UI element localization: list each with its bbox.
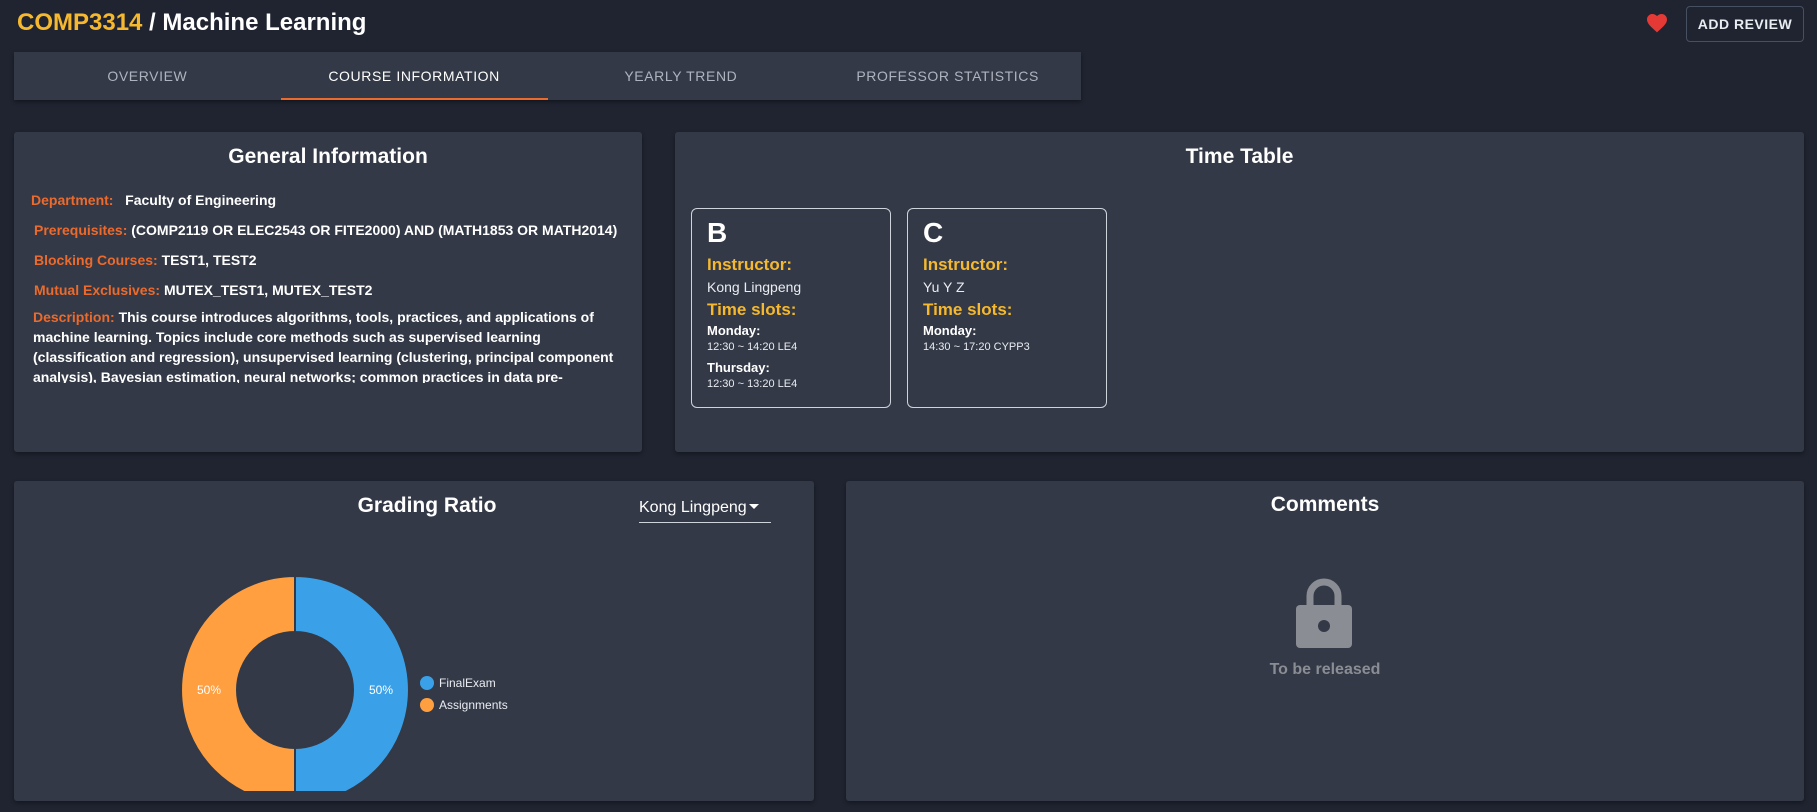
caret-down-icon — [749, 504, 759, 509]
prerequisites-label: Prerequisites: — [34, 222, 128, 238]
tab-overview[interactable]: OVERVIEW — [14, 52, 281, 100]
legend-swatch-assignments — [420, 698, 434, 712]
legend-swatch-finalexam — [420, 676, 434, 690]
time-table-card: Time Table B Instructor: Kong Lingpeng T… — [675, 132, 1804, 452]
department-label: Department: — [31, 192, 114, 208]
slot-day: Monday: — [707, 323, 761, 338]
blocking-courses-label: Blocking Courses: — [34, 252, 158, 268]
description-label: Description: — [33, 309, 115, 325]
time-table-title: Time Table — [1185, 145, 1294, 168]
general-information-title: General Information — [228, 145, 428, 168]
grading-ratio-chart: 50% 50% FinalExam Assignments — [180, 574, 508, 791]
blocking-courses-row: Blocking Courses: TEST1, TEST2 — [34, 250, 641, 270]
course-code: COMP3314 — [17, 9, 143, 36]
description-value: This course introduces algorithms, tools… — [33, 309, 614, 383]
add-review-button[interactable]: ADD REVIEW — [1686, 6, 1804, 42]
tab-yearly-trend[interactable]: YEARLY TREND — [548, 52, 815, 100]
section-name: C — [923, 217, 944, 248]
tab-professor-statistics[interactable]: PROFESSOR STATISTICS — [814, 52, 1081, 100]
lock-icon — [1296, 578, 1352, 648]
course-name: Machine Learning — [162, 9, 367, 36]
legend-label-assignments: Assignments — [439, 698, 508, 712]
tab-bar: OVERVIEW COURSE INFORMATION YEARLY TREND… — [14, 52, 1081, 100]
blocking-courses-value: TEST1, TEST2 — [161, 252, 257, 268]
instructor-name: Yu Y Z — [923, 279, 965, 295]
time-slots-heading: Time slots: — [707, 300, 797, 319]
slot-day: Thursday: — [707, 360, 770, 375]
slot-time: 14:30 ~ 17:20 CYPP3 — [923, 341, 1030, 353]
grading-ratio-card: Grading Ratio Kong Lingpeng 50% 50% FinalE… — [14, 481, 814, 801]
slice-value-label: 50% — [369, 683, 393, 697]
legend-label-finalexam: FinalExam — [439, 676, 496, 690]
instructor-select[interactable]: Kong Lingpeng — [639, 493, 771, 523]
grading-ratio-title: Grading Ratio — [357, 494, 497, 517]
slice-value-label: 50% — [197, 683, 221, 697]
section-card-b: B Instructor: Kong Lingpeng Time slots: … — [691, 208, 891, 408]
mutual-exclusives-value: MUTEX_TEST1, MUTEX_TEST2 — [163, 282, 373, 298]
time-slots-heading: Time slots: — [923, 300, 1013, 319]
instructor-name: Kong Lingpeng — [707, 279, 802, 295]
instructor-heading: Instructor: — [707, 255, 792, 274]
comments-status: To be released — [1269, 661, 1381, 678]
department-value: Faculty of Engineering — [125, 192, 277, 208]
prerequisites-value: (COMP2119 OR ELEC2543 OR FITE2000) AND (… — [131, 222, 618, 238]
prerequisites-row: Prerequisites: (COMP2119 OR ELEC2543 OR … — [34, 220, 641, 240]
heart-icon[interactable] — [1645, 11, 1669, 35]
mutual-exclusives-row: Mutual Exclusives: MUTEX_TEST1, MUTEX_TE… — [34, 280, 641, 300]
description-row: Description: This course introduces algo… — [33, 307, 633, 383]
comments-card: Comments To be released — [846, 481, 1804, 801]
page-title: COMP3314 / Machine Learning — [17, 9, 366, 37]
section-name: B — [707, 217, 728, 248]
instructor-select-value: Kong Lingpeng — [639, 498, 747, 516]
comments-title: Comments — [1270, 493, 1380, 516]
tab-course-information[interactable]: COURSE INFORMATION — [280, 52, 548, 100]
slot-time: 12:30 ~ 13:20 LE4 — [707, 378, 798, 390]
mutual-exclusives-label: Mutual Exclusives: — [34, 282, 161, 298]
general-information-card: General Information Department: Faculty … — [14, 132, 642, 452]
department-row: Department: Faculty of Engineering — [31, 190, 641, 210]
instructor-heading: Instructor: — [923, 255, 1008, 274]
section-card-c: C Instructor: Yu Y Z Time slots: Monday:… — [907, 208, 1107, 408]
slot-day: Monday: — [923, 323, 977, 338]
title-separator: / — [142, 9, 163, 36]
slot-time: 12:30 ~ 14:20 LE4 — [707, 341, 798, 353]
